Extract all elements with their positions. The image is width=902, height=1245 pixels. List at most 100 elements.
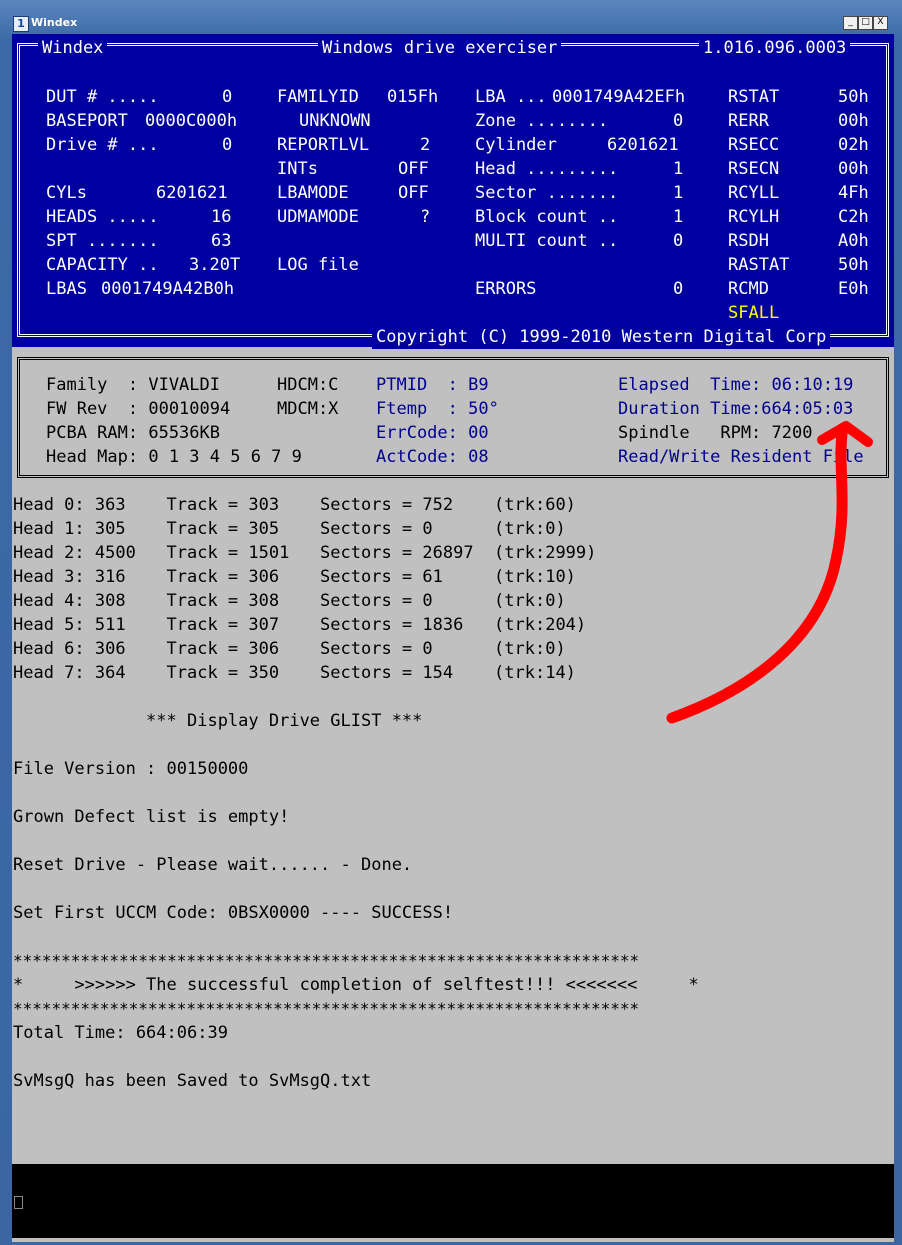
- ftemp-info: Ftemp : 50°: [376, 399, 499, 419]
- rsecn-label: RSECN: [728, 159, 780, 179]
- blockcount-value: 1: [673, 207, 684, 227]
- sector-value: 1: [673, 183, 684, 203]
- spindle-rpm: Spindle RPM: 7200: [618, 423, 813, 443]
- head-value: 1: [673, 159, 684, 179]
- logfile-label: LOG file: [277, 255, 359, 275]
- app-name: Windex: [38, 36, 108, 60]
- rcyll-value: 4Fh: [838, 183, 869, 203]
- stars-line-bottom: ****************************************…: [13, 999, 640, 1018]
- head-row: Head 5: 511 Track = 307 Sectors = 1836 (…: [13, 615, 587, 635]
- blockcount-label: Block count ..: [475, 207, 619, 227]
- total-time-line: Total Time: 664:06:39: [13, 1023, 228, 1043]
- sfall-flag: SFALL: [728, 303, 780, 323]
- actcode-info: ActCode: 08: [376, 447, 489, 467]
- head-row: Head 3: 316 Track = 306 Sectors = 61 (tr…: [13, 567, 576, 587]
- rastat-value: 50h: [838, 255, 869, 275]
- family-info: Family : VIVALDI: [46, 375, 220, 395]
- stars-line-top: ****************************************…: [13, 951, 640, 970]
- drive-value: 0: [222, 135, 233, 155]
- errors-label: ERRORS: [475, 279, 537, 299]
- rerr-label: RERR: [728, 111, 769, 131]
- lba-value: 0001749A42EFh: [552, 87, 686, 107]
- window-title: Windex: [31, 16, 78, 29]
- ints-label: INTs: [277, 159, 318, 179]
- udmamode-label: UDMAMODE: [277, 207, 359, 227]
- udmamode-value: ?: [420, 207, 431, 227]
- head-row: Head 7: 364 Track = 350 Sectors = 154 (t…: [13, 663, 576, 683]
- uccm-line: Set First UCCM Code: 0BSX0000 ---- SUCCE…: [13, 903, 454, 923]
- sector-label: Sector .......: [475, 183, 619, 203]
- app-icon[interactable]: 1: [13, 16, 29, 32]
- heads-label: HEADS .....: [46, 207, 159, 227]
- multicount-value: 0: [673, 231, 684, 251]
- familyid-label: FAMILYID: [277, 87, 359, 107]
- close-button[interactable]: X: [873, 16, 888, 30]
- baseport-label: BASEPORT: [46, 111, 128, 131]
- head-row: Head 0: 363 Track = 303 Sectors = 752 (t…: [13, 495, 576, 515]
- lbamode-label: LBAMODE: [277, 183, 349, 203]
- selftest-line: * >>>>>> The successful completion of se…: [13, 975, 699, 995]
- rcmd-value: E0h: [838, 279, 869, 299]
- rsdh-value: A0h: [838, 231, 869, 251]
- capacity-value: 3.20T: [189, 255, 241, 275]
- rstat-value: 50h: [838, 87, 869, 107]
- text-cursor[interactable]: [14, 1196, 23, 1209]
- head-row: Head 1: 305 Track = 305 Sectors = 0 (trk…: [13, 519, 566, 539]
- head-row: Head 6: 306 Track = 306 Sectors = 0 (trk…: [13, 639, 566, 659]
- maximize-button[interactable]: □: [858, 16, 873, 30]
- reset-drive-line: Reset Drive - Please wait...... - Done.: [13, 855, 413, 875]
- grown-defect-line: Grown Defect list is empty!: [13, 807, 290, 827]
- head-row: Head 4: 308 Track = 308 Sectors = 0 (trk…: [13, 591, 566, 611]
- zone-value: 0: [673, 111, 684, 131]
- zone-label: Zone ........: [475, 111, 609, 131]
- dut-label: DUT # .....: [46, 87, 159, 107]
- cylinder-label: Cylinder: [475, 135, 557, 155]
- familyid-value: 015Fh: [387, 87, 439, 107]
- command-line[interactable]: [12, 1164, 894, 1238]
- rerr-value: 00h: [838, 111, 869, 131]
- saved-line: SvMsgQ has been Saved to SvMsgQ.txt: [13, 1071, 372, 1091]
- baseport-value: 0000C000h: [145, 111, 238, 131]
- rcyll-label: RCYLL: [728, 183, 780, 203]
- errcode-info: ErrCode: 00: [376, 423, 489, 443]
- spt-value: 63: [211, 231, 232, 251]
- rsecn-value: 00h: [838, 159, 869, 179]
- head-label: Head .........: [475, 159, 619, 179]
- capacity-label: CAPACITY ..: [46, 255, 159, 275]
- resident-file: Read/Write Resident File: [618, 447, 864, 467]
- pcba-info: PCBA RAM: 65536KB: [46, 423, 220, 443]
- lba-label: LBA ...: [475, 87, 547, 107]
- copyright: Copyright (C) 1999-2010 Western Digital …: [372, 325, 831, 349]
- reportlvl-value: 2: [420, 135, 431, 155]
- title-bar[interactable]: [0, 13, 902, 33]
- elapsed-time: Elapsed Time: 06:10:19: [618, 375, 854, 395]
- dut-value: 0: [222, 87, 233, 107]
- rstat-label: RSTAT: [728, 87, 780, 107]
- file-version-line: File Version : 00150000: [13, 759, 249, 779]
- rcylh-label: RCYLH: [728, 207, 780, 227]
- family-unknown: UNKNOWN: [299, 111, 371, 131]
- fwrev-info: FW Rev : 00010094: [46, 399, 231, 419]
- app-subtitle: Windows drive exerciser: [318, 36, 562, 60]
- rsdh-label: RSDH: [728, 231, 769, 251]
- lbas-value: 0001749A42B0h: [101, 279, 235, 299]
- rsecc-value: 02h: [838, 135, 869, 155]
- ptmid-info: PTMID : B9: [376, 375, 489, 395]
- heads-value: 16: [211, 207, 232, 227]
- lbamode-value: OFF: [398, 183, 429, 203]
- errors-value: 0: [673, 279, 684, 299]
- ints-value: OFF: [398, 159, 429, 179]
- app-version: 1.016.096.0003: [699, 36, 851, 60]
- reportlvl-label: REPORTLVL: [277, 135, 370, 155]
- mdcm-info: MDCM:X: [277, 399, 339, 419]
- headmap-info: Head Map: 0 1 3 4 5 6 7 9: [46, 447, 302, 467]
- rastat-label: RASTAT: [728, 255, 790, 275]
- minimize-button[interactable]: _: [843, 16, 858, 30]
- multicount-label: MULTI count ..: [475, 231, 619, 251]
- hdcm-info: HDCM:C: [277, 375, 339, 395]
- rcylh-value: C2h: [838, 207, 869, 227]
- cyls-value: 6201621: [156, 183, 228, 203]
- glist-heading: *** Display Drive GLIST ***: [13, 711, 423, 731]
- head-row: Head 2: 4500 Track = 1501 Sectors = 2689…: [13, 543, 597, 563]
- lbas-label: LBAS: [46, 279, 87, 299]
